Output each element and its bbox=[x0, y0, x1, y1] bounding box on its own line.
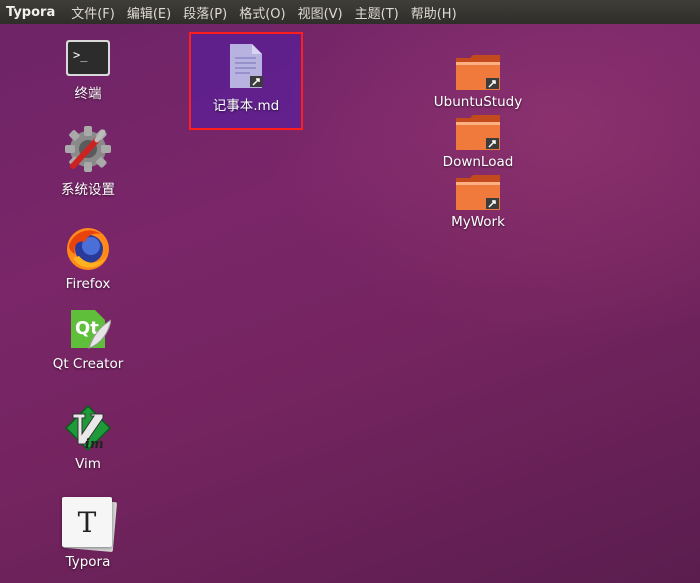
desktop-icon-qt-creator[interactable]: Qt Qt Creator bbox=[43, 306, 133, 372]
text-file-link-icon bbox=[226, 42, 266, 90]
desktop-icon-vim[interactable]: im Vim bbox=[43, 404, 133, 472]
svg-text:im: im bbox=[85, 437, 104, 452]
typora-icon: T bbox=[58, 494, 118, 553]
menu-format[interactable]: 格式(O) bbox=[233, 3, 291, 22]
folder-link-icon bbox=[454, 172, 502, 212]
desktop-icon-label: DownLoad bbox=[442, 154, 514, 170]
app-name[interactable]: Typora bbox=[0, 5, 65, 20]
desktop-icon-label: 终端 bbox=[74, 86, 102, 102]
settings-icon bbox=[63, 124, 113, 174]
menu-theme[interactable]: 主题(T) bbox=[349, 3, 405, 22]
desktop-icon-label: Vim bbox=[75, 456, 101, 472]
desktop-file-notepad-md[interactable]: 记事本.md bbox=[201, 42, 291, 114]
menu-file[interactable]: 文件(F) bbox=[65, 3, 121, 22]
folder-link-icon bbox=[454, 112, 502, 152]
vim-icon: im bbox=[63, 404, 113, 452]
desktop-icon-label: 系统设置 bbox=[61, 182, 115, 198]
menu-bar: Typora 文件(F) 编辑(E) 段落(P) 格式(O) 视图(V) 主题(… bbox=[0, 0, 700, 24]
firefox-icon bbox=[65, 226, 111, 272]
desktop-icon-terminal[interactable]: >_ 终端 bbox=[43, 38, 133, 102]
desktop-folder-ubuntustudy[interactable]: UbuntuStudy bbox=[433, 52, 523, 110]
svg-text:>_: >_ bbox=[73, 48, 88, 62]
menu-edit[interactable]: 编辑(E) bbox=[121, 3, 177, 22]
desktop-icon-label: Firefox bbox=[65, 276, 111, 292]
desktop-icon-label: 记事本.md bbox=[212, 98, 280, 114]
desktop-icon-firefox[interactable]: Firefox bbox=[43, 226, 133, 292]
menu-help[interactable]: 帮助(H) bbox=[405, 3, 463, 22]
desktop-icon-label: MyWork bbox=[451, 214, 505, 230]
desktop-icon-settings[interactable]: 系统设置 bbox=[43, 124, 133, 198]
qt-creator-icon: Qt bbox=[65, 306, 112, 352]
desktop-icon-label: UbuntuStudy bbox=[433, 94, 523, 110]
desktop-folder-mywork[interactable]: MyWork bbox=[433, 172, 523, 230]
desktop-icon-label: Qt Creator bbox=[52, 356, 124, 372]
menu-view[interactable]: 视图(V) bbox=[292, 3, 349, 22]
desktop-icon-typora[interactable]: T Typora bbox=[43, 494, 133, 570]
desktop-icon-label: Typora bbox=[65, 554, 111, 570]
desktop-folder-download[interactable]: DownLoad bbox=[433, 112, 523, 170]
terminal-icon: >_ bbox=[65, 38, 111, 78]
menu-paragraph[interactable]: 段落(P) bbox=[177, 3, 233, 22]
folder-link-icon bbox=[454, 52, 502, 92]
